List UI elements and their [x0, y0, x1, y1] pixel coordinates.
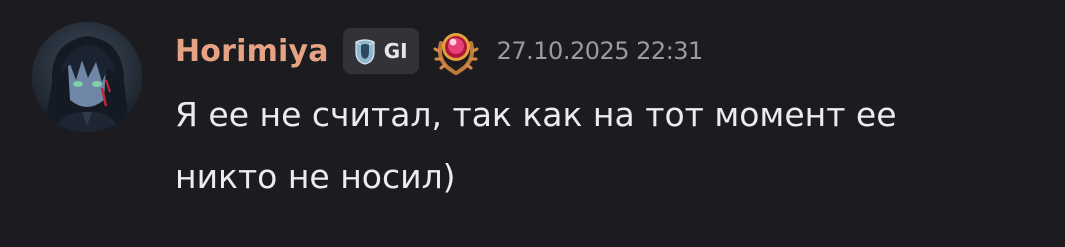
- server-tag[interactable]: GI: [342, 28, 419, 74]
- message-content-line: никто не носил): [175, 157, 456, 196]
- pink-orb-laurel-badge-icon[interactable]: [433, 27, 479, 75]
- message-content-line: Я ее не считал, так как на тот момент ее: [175, 95, 897, 134]
- server-tag-label: GI: [383, 39, 408, 63]
- crystal-shield-icon: [355, 39, 375, 65]
- avatar[interactable]: [32, 22, 142, 132]
- message-content: Я ее не считал, так как на тот момент ее…: [175, 84, 1035, 208]
- username[interactable]: Horimiya: [175, 34, 329, 69]
- message-header: Horimiya GI 27.10.2025 22:31: [175, 26, 703, 76]
- avatar-image: [32, 22, 142, 132]
- message-timestamp: 27.10.2025 22:31: [496, 37, 704, 65]
- chat-message: Horimiya GI 27.10.2025 22:31 Я ее не счи…: [0, 0, 1065, 247]
